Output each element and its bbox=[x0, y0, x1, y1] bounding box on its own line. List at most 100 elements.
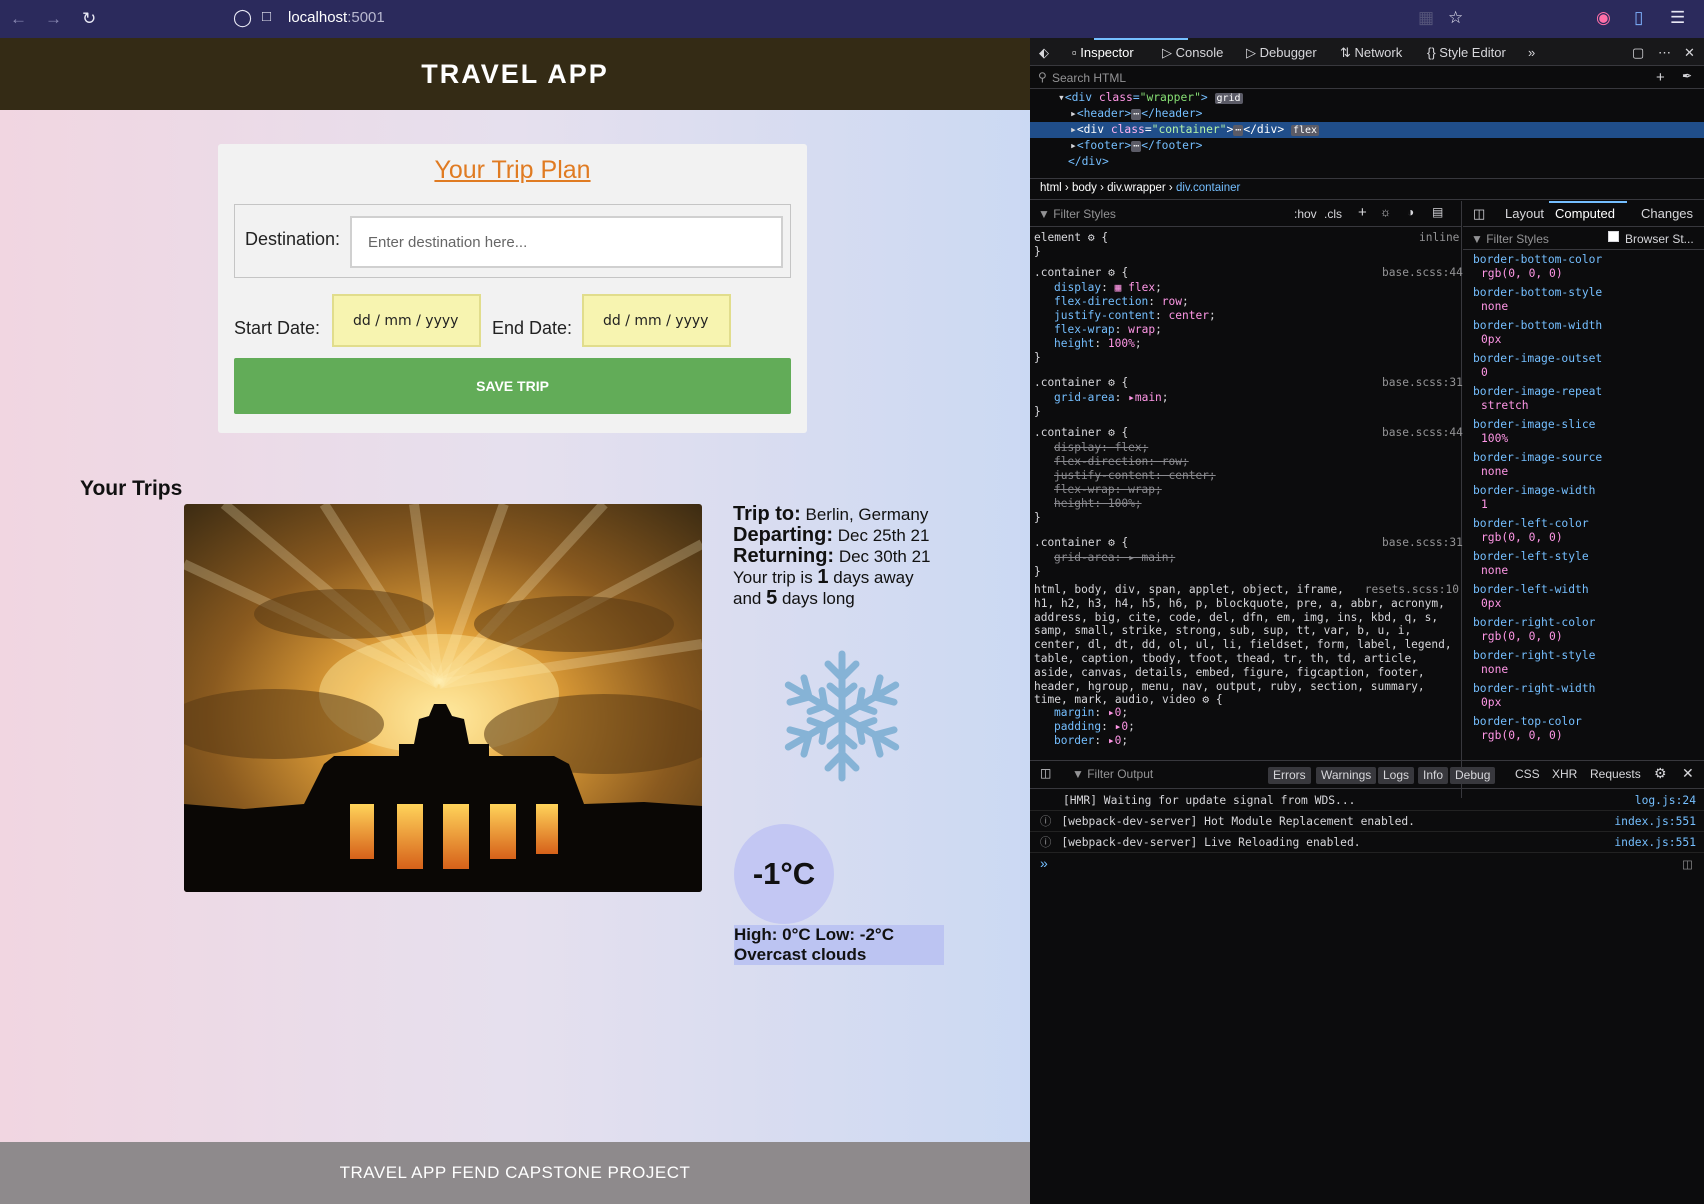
console-settings-icon[interactable]: ⚙ bbox=[1654, 765, 1667, 782]
tab-computed[interactable]: Computed bbox=[1555, 206, 1615, 221]
computed-property[interactable]: border-right-width 0px bbox=[1473, 682, 1595, 710]
sidebar-toggle-icon[interactable]: ◫ bbox=[1473, 206, 1485, 222]
address-bar[interactable] bbox=[228, 4, 1458, 34]
breadcrumb-container[interactable]: div.container bbox=[1176, 182, 1240, 194]
close-devtools-icon[interactable]: ✕ bbox=[1684, 45, 1695, 61]
computed-property[interactable]: border-top-color rgb(0, 0, 0) bbox=[1473, 715, 1582, 743]
filter-errors[interactable]: Errors bbox=[1268, 767, 1311, 784]
rule-decl[interactable]: border: ▸0; bbox=[1054, 734, 1128, 748]
breadcrumb-body[interactable]: body bbox=[1072, 182, 1097, 194]
add-rule-icon[interactable]: + bbox=[1358, 204, 1367, 221]
log-source[interactable]: index.js:551 bbox=[1614, 812, 1696, 832]
filter-xhr[interactable]: XHR bbox=[1552, 767, 1577, 781]
computed-property[interactable]: border-image-repeat stretch bbox=[1473, 385, 1602, 413]
start-date-input[interactable]: dd / mm / yyyy bbox=[332, 294, 481, 347]
computed-property[interactable]: border-bottom-style none bbox=[1473, 286, 1602, 314]
rule-container-1[interactable]: .container ⚙ {base.scss:44 bbox=[1034, 266, 1463, 280]
rule-decl-overridden[interactable]: flex-direction: row; bbox=[1054, 455, 1189, 469]
end-date-input[interactable]: dd / mm / yyyy bbox=[582, 294, 731, 347]
computed-property[interactable]: border-right-color rgb(0, 0, 0) bbox=[1473, 616, 1595, 644]
add-node-icon[interactable]: + bbox=[1656, 69, 1665, 86]
computed-property[interactable]: border-image-outset 0 bbox=[1473, 352, 1602, 380]
dark-mode-icon[interactable]: ◑ bbox=[1407, 205, 1414, 219]
filter-info[interactable]: Info bbox=[1418, 767, 1449, 784]
rule-decl-overridden[interactable]: height: 100%; bbox=[1054, 497, 1142, 511]
shield-icon[interactable]: ◯ bbox=[233, 8, 252, 28]
tree-node-container[interactable]: ▸<div class="container"> ⋯ </div> flex bbox=[1030, 122, 1704, 138]
console-log-entry[interactable]: ⓘ [webpack-dev-server] Hot Module Replace… bbox=[1030, 812, 1704, 832]
computed-property[interactable]: border-bottom-width 0px bbox=[1473, 319, 1602, 347]
dock-icon[interactable]: ▢ bbox=[1632, 45, 1644, 61]
close-console-icon[interactable]: ✕ bbox=[1682, 765, 1694, 782]
element-picker-icon[interactable]: ⬖ bbox=[1039, 45, 1049, 61]
computed-property[interactable]: border-image-source none bbox=[1473, 451, 1602, 479]
forward-arrow-icon[interactable]: → bbox=[45, 9, 62, 29]
rule-decl-overridden[interactable]: justify-content: center; bbox=[1054, 469, 1216, 483]
log-source[interactable]: index.js:551 bbox=[1614, 833, 1696, 853]
url-text[interactable]: localhost:5001 bbox=[288, 9, 385, 26]
tab-changes[interactable]: Changes bbox=[1641, 206, 1693, 221]
save-trip-button[interactable]: SAVE TRIP bbox=[234, 358, 791, 414]
console-log-entry[interactable]: [HMR] Waiting for update signal from WDS… bbox=[1030, 791, 1704, 811]
console-prompt-icon[interactable]: » bbox=[1040, 855, 1048, 871]
computed-property[interactable]: border-left-width 0px bbox=[1473, 583, 1589, 611]
filter-requests[interactable]: Requests bbox=[1590, 767, 1641, 781]
log-source[interactable]: log.js:24 bbox=[1635, 791, 1696, 811]
tab-network[interactable]: ⇅ Network bbox=[1340, 45, 1402, 61]
rule-element[interactable]: element ⚙ {inline bbox=[1034, 231, 1459, 245]
eyedropper-icon[interactable]: ✒ bbox=[1682, 69, 1692, 83]
filter-computed-input[interactable]: ▼ Filter Styles bbox=[1471, 232, 1549, 246]
print-media-icon[interactable]: ▤ bbox=[1432, 205, 1443, 219]
reader-icon[interactable]: ▦ bbox=[1418, 8, 1434, 28]
browser-styles-checkbox[interactable] bbox=[1608, 231, 1619, 242]
console-log-entry[interactable]: ⓘ [webpack-dev-server] Live Reloading ena… bbox=[1030, 833, 1704, 853]
tab-layout[interactable]: Layout bbox=[1505, 206, 1544, 221]
rule-container-4[interactable]: .container ⚙ {base.scss:31 bbox=[1034, 536, 1463, 550]
filter-css[interactable]: CSS bbox=[1515, 767, 1540, 781]
computed-property[interactable]: border-left-style none bbox=[1473, 550, 1589, 578]
destination-input[interactable] bbox=[350, 216, 783, 268]
computed-property[interactable]: border-image-width 1 bbox=[1473, 484, 1595, 512]
rule-reset[interactable]: html, body, div, span, applet, object, i… bbox=[1034, 583, 1459, 707]
rule-decl[interactable]: grid-area: ▸main; bbox=[1054, 391, 1169, 405]
rule-decl[interactable]: flex-wrap: wrap; bbox=[1054, 323, 1162, 337]
tab-style-editor[interactable]: {} Style Editor bbox=[1427, 45, 1506, 60]
back-arrow-icon[interactable]: ← bbox=[10, 9, 27, 29]
filter-styles-input[interactable]: ▼ Filter Styles bbox=[1038, 207, 1116, 221]
rule-decl[interactable]: display: ▦ flex; bbox=[1054, 281, 1162, 295]
filter-warnings[interactable]: Warnings bbox=[1316, 767, 1377, 784]
computed-property[interactable]: border-bottom-color rgb(0, 0, 0) bbox=[1473, 253, 1602, 281]
computed-property[interactable]: border-right-style none bbox=[1473, 649, 1595, 677]
options-icon[interactable]: ⋯ bbox=[1658, 45, 1671, 61]
rule-decl-overridden[interactable]: grid-area: ▸ main; bbox=[1054, 551, 1175, 565]
filter-output-input[interactable]: ▼ Filter Output bbox=[1072, 767, 1153, 781]
light-mode-icon[interactable]: ☼ bbox=[1380, 205, 1391, 219]
rule-decl[interactable]: height: 100%; bbox=[1054, 337, 1142, 351]
filter-debug[interactable]: Debug bbox=[1450, 767, 1496, 784]
rule-container-2[interactable]: .container ⚙ {base.scss:31 bbox=[1034, 376, 1463, 390]
filter-logs[interactable]: Logs bbox=[1378, 767, 1415, 784]
menu-icon[interactable]: ☰ bbox=[1670, 8, 1685, 28]
trash-icon[interactable]: ◫ bbox=[1040, 766, 1051, 780]
rule-decl[interactable]: padding: ▸0; bbox=[1054, 720, 1135, 734]
breadcrumb-wrapper[interactable]: div.wrapper bbox=[1107, 182, 1166, 194]
tree-node-footer[interactable]: ▸<footer> ⋯ </footer> bbox=[1030, 138, 1704, 154]
search-html-input[interactable]: ⚲ Search HTML + ✒ bbox=[1030, 67, 1704, 89]
rule-decl[interactable]: margin: ▸0; bbox=[1054, 706, 1128, 720]
rule-decl[interactable]: flex-direction: row; bbox=[1054, 295, 1189, 309]
tree-node-wrapper[interactable]: ▾<div class="wrapper"> grid bbox=[1030, 90, 1704, 106]
split-console-icon[interactable]: ◫ bbox=[1682, 857, 1693, 871]
cls-toggle[interactable]: .cls bbox=[1324, 207, 1342, 221]
rule-decl-overridden[interactable]: display: flex; bbox=[1054, 441, 1148, 455]
translate-icon[interactable]: ▯ bbox=[1634, 8, 1643, 28]
pocket-icon[interactable]: ◉ bbox=[1596, 8, 1611, 28]
reload-icon[interactable]: ↻ bbox=[82, 9, 96, 29]
breadcrumb-html[interactable]: html bbox=[1040, 182, 1062, 194]
computed-property[interactable]: border-image-slice 100% bbox=[1473, 418, 1595, 446]
tab-debugger[interactable]: ▷ Debugger bbox=[1246, 45, 1317, 61]
tree-node-header[interactable]: ▸<header> ⋯ </header> bbox=[1030, 106, 1704, 122]
bookmark-star-icon[interactable]: ☆ bbox=[1448, 8, 1463, 28]
tab-console[interactable]: ▷ Console bbox=[1162, 45, 1223, 61]
tab-inspector[interactable]: ▫ Inspector bbox=[1072, 45, 1134, 60]
rule-decl-overridden[interactable]: flex-wrap: wrap; bbox=[1054, 483, 1162, 497]
